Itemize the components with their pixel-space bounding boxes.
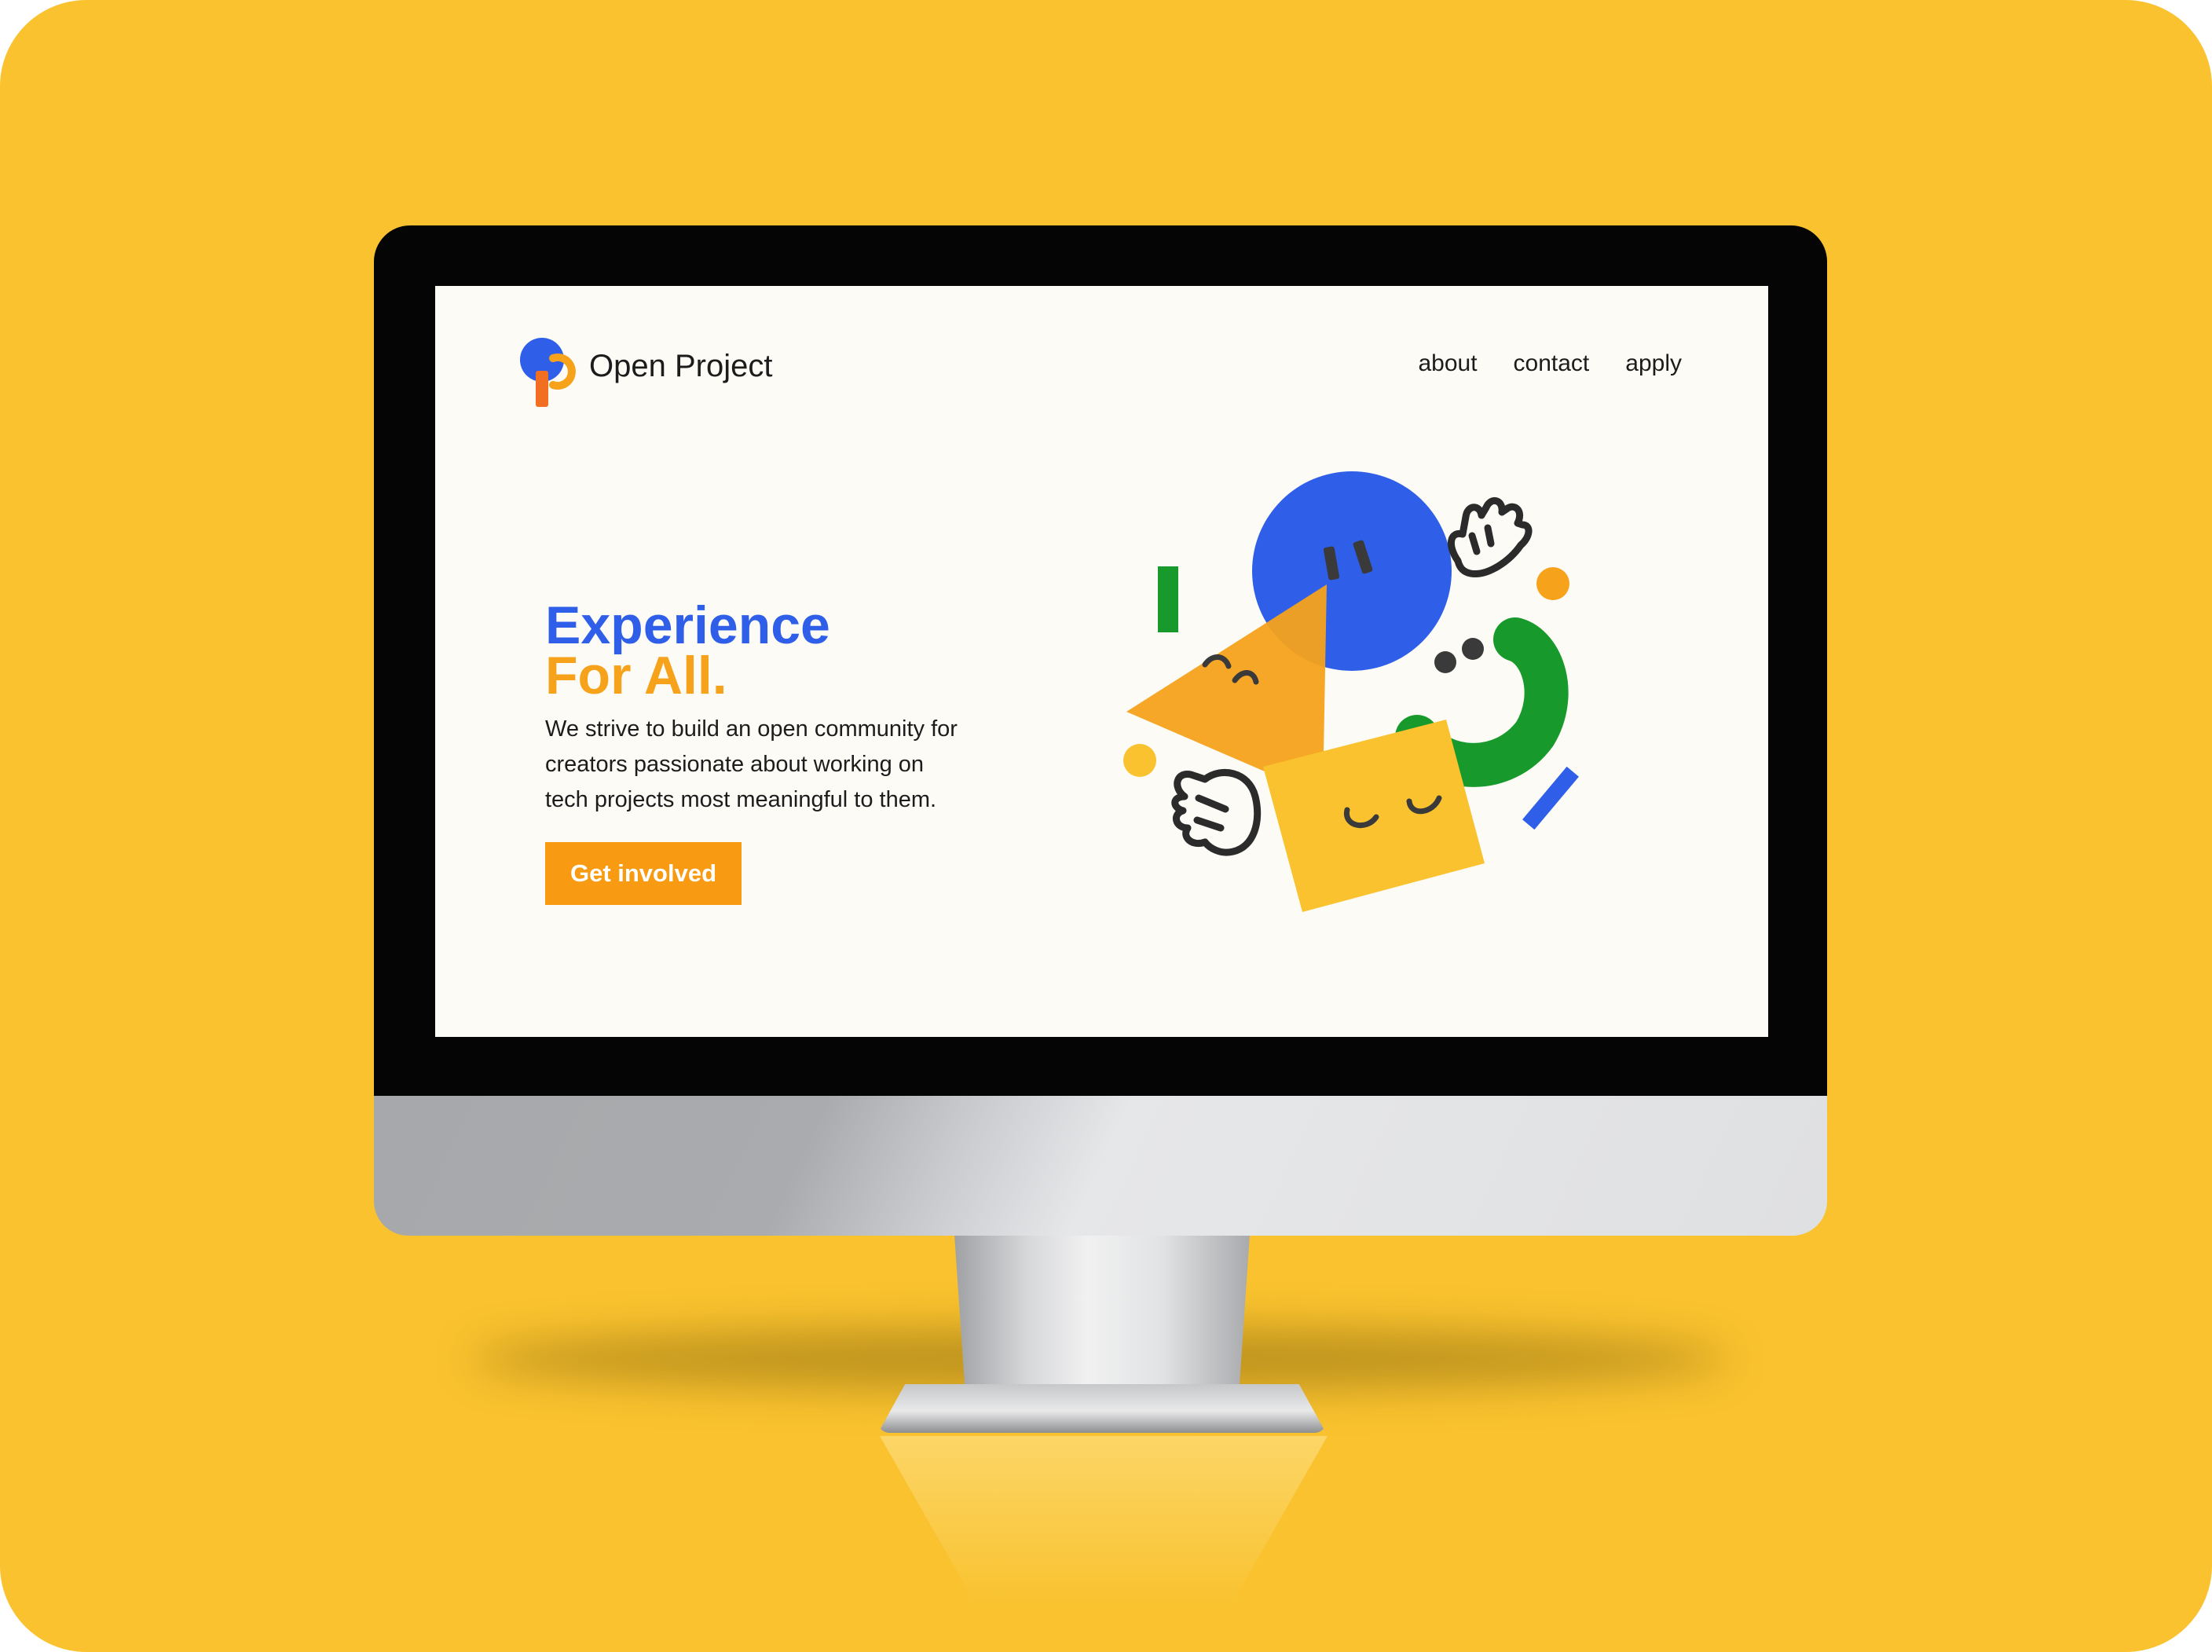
nav-apply-link[interactable]: apply [1625, 350, 1682, 377]
monitor-stand-foot [878, 1384, 1326, 1433]
get-involved-button[interactable]: Get involved [545, 842, 742, 905]
yellow-dot-shape [1123, 744, 1156, 777]
monitor-chin [374, 1096, 1827, 1236]
hero-illustration [1123, 471, 1579, 912]
brand-name[interactable]: Open Project [589, 349, 772, 384]
green-bar-shape [1158, 566, 1178, 632]
waving-hand-top-icon [1448, 497, 1533, 577]
waving-hand-bottom-icon [1171, 769, 1262, 856]
hero-description-line: creators passionate about working on [545, 752, 925, 777]
hero-headline-line1: Experience [545, 595, 830, 655]
hero-headline-line2: For All. [545, 646, 727, 705]
nav-about-link[interactable]: about [1418, 350, 1477, 377]
hero-section: Experience For All. We strive to build a… [545, 595, 1048, 818]
page-backdrop: Open Project about contact apply Experie… [0, 0, 2212, 1652]
main-nav: about contact apply [1418, 350, 1682, 377]
open-project-logo-icon[interactable] [518, 336, 581, 412]
nav-contact-link[interactable]: contact [1514, 350, 1590, 377]
monitor-reflection [880, 1436, 1328, 1609]
orange-dot-shape [1536, 567, 1569, 600]
website-screen: Open Project about contact apply Experie… [435, 286, 1768, 1037]
monitor-stand-neck [954, 1235, 1250, 1408]
hero-description-line: tech projects most meaningful to them. [545, 787, 937, 812]
blue-stick-shape [1522, 766, 1579, 830]
hero-description: We strive to build an open community for… [545, 712, 1032, 818]
hero-description-line: We strive to build an open community for [545, 716, 958, 742]
